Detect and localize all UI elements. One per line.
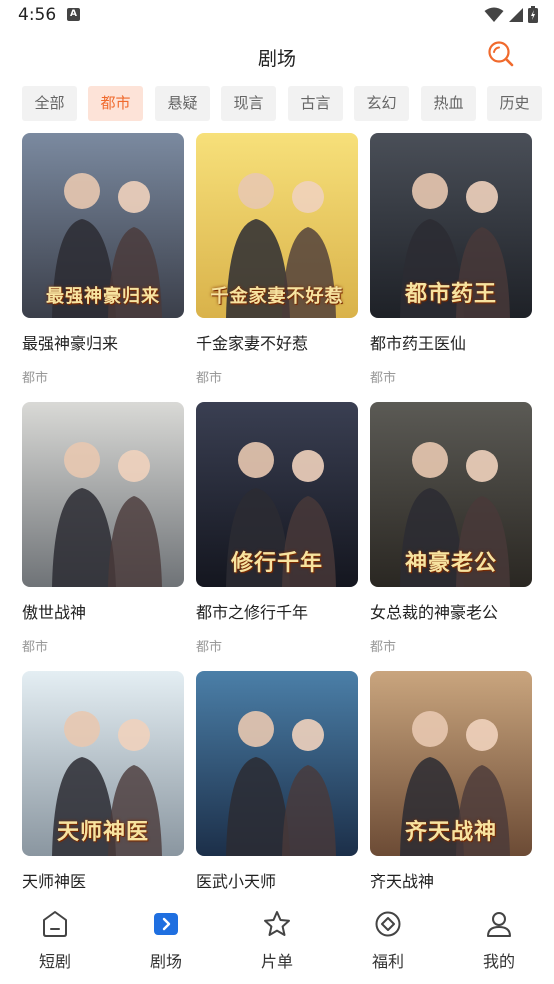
drama-title: 最强神豪归来: [22, 334, 119, 353]
poster-title-art: 齐天战神: [404, 819, 497, 845]
drama-genre-tag: 都市: [22, 640, 49, 655]
bottom-nav: 短剧 剧场 片单 福利 我的: [0, 895, 554, 984]
drama-title: 医武小天师: [196, 872, 277, 891]
theater-icon: [154, 913, 178, 935]
welfare-icon: [375, 911, 401, 937]
poster-image: [196, 671, 358, 856]
tab-urban[interactable]: 都市: [88, 86, 143, 121]
drama-card[interactable]: 修行千年都市之修行千年都市: [196, 402, 358, 655]
drama-card[interactable]: 都市药王都市药王医仙都市: [370, 133, 532, 386]
drama-card[interactable]: 医武小天师: [196, 671, 358, 892]
drama-poster[interactable]: 天师神医: [22, 671, 184, 856]
drama-title: 千金家妻不好惹: [196, 334, 309, 353]
drama-poster[interactable]: 修行千年: [196, 402, 358, 587]
poster-title-art: 都市药王: [404, 281, 497, 307]
drama-card[interactable]: 傲世战神 都市: [22, 402, 184, 655]
short-drama-icon: [43, 911, 67, 937]
drama-title: 齐天战神: [370, 872, 435, 891]
drama-poster[interactable]: 神豪老公: [370, 402, 532, 587]
nav-welfare-label: 福利: [371, 952, 404, 971]
drama-card[interactable]: 齐天战神 齐天战神: [370, 671, 532, 892]
drama-title: 天师神医: [22, 872, 87, 891]
status-bar: 4:56 A: [0, 0, 554, 30]
drama-poster[interactable]: 最强神豪归来: [22, 133, 184, 318]
nav-theater-label: 剧场: [149, 952, 182, 971]
tab-history[interactable]: 历史: [487, 86, 542, 121]
drama-card[interactable]: 天师神医 天师神医: [22, 671, 184, 892]
drama-title: 都市之修行千年: [196, 603, 309, 622]
drama-card[interactable]: 千金家妻不好惹 千金家妻不好惹 都市: [196, 133, 358, 386]
poster-title-art: 最强神豪归来: [46, 286, 160, 307]
drama-genre-tag: 都市: [22, 371, 49, 386]
nav-short-drama-label: 短剧: [38, 952, 71, 971]
drama-genre-tag: 都市: [196, 640, 223, 655]
tab-ancient-romance[interactable]: 古言: [288, 86, 343, 121]
status-icons: [484, 6, 538, 23]
drama-poster[interactable]: [196, 671, 358, 856]
poster-title-art: 天师神医: [56, 819, 149, 845]
category-tabs: 全部 都市 悬疑 现言 古言 玄幻 热血 历史: [22, 86, 554, 122]
poster-title-art: 神豪老公: [404, 550, 497, 576]
notification-icon: A: [67, 8, 80, 21]
nav-short-drama[interactable]: 短剧: [15, 909, 95, 972]
star-icon: [264, 911, 290, 936]
tab-fantasy[interactable]: 玄幻: [354, 86, 409, 121]
status-time: 4:56: [18, 5, 57, 25]
tab-modern-romance[interactable]: 现言: [221, 86, 276, 121]
nav-profile[interactable]: 我的: [459, 909, 539, 972]
drama-genre-tag: 都市: [370, 371, 397, 386]
drama-title: 傲世战神: [22, 603, 87, 622]
page-title: 剧场: [257, 48, 296, 70]
search-button[interactable]: [484, 38, 518, 72]
drama-poster[interactable]: 千金家妻不好惹: [196, 133, 358, 318]
drama-card[interactable]: 神豪老公女总裁的神豪老公都市: [370, 402, 532, 655]
drama-genre-tag: 都市: [370, 640, 397, 655]
nav-welfare[interactable]: 福利: [348, 909, 428, 972]
header: 剧场: [0, 30, 554, 80]
drama-poster[interactable]: [22, 402, 184, 587]
drama-title: 女总裁的神豪老公: [370, 603, 499, 622]
nav-playlist-label: 片单: [260, 952, 293, 971]
drama-genre-tag: 都市: [196, 371, 223, 386]
wifi-icon: [484, 7, 504, 22]
drama-title: 都市药王医仙: [370, 334, 467, 353]
signal-icon: [509, 7, 523, 22]
battery-icon: [528, 6, 538, 23]
profile-icon: [487, 912, 511, 937]
poster-title-art: 修行千年: [230, 550, 323, 576]
poster-title-art: 千金家妻不好惹: [210, 286, 344, 307]
drama-card[interactable]: 最强神豪归来 最强神豪归来 都市: [22, 133, 184, 386]
tab-suspense[interactable]: 悬疑: [155, 86, 210, 121]
tab-passion[interactable]: 热血: [421, 86, 476, 121]
drama-poster[interactable]: 都市药王: [370, 133, 532, 318]
search-icon: [488, 41, 514, 67]
drama-poster[interactable]: 齐天战神: [370, 671, 532, 856]
tab-all[interactable]: 全部: [22, 86, 77, 121]
nav-playlist[interactable]: 片单: [237, 909, 317, 972]
poster-image: [22, 402, 184, 587]
nav-profile-label: 我的: [482, 952, 515, 971]
nav-theater[interactable]: 剧场: [126, 909, 206, 972]
